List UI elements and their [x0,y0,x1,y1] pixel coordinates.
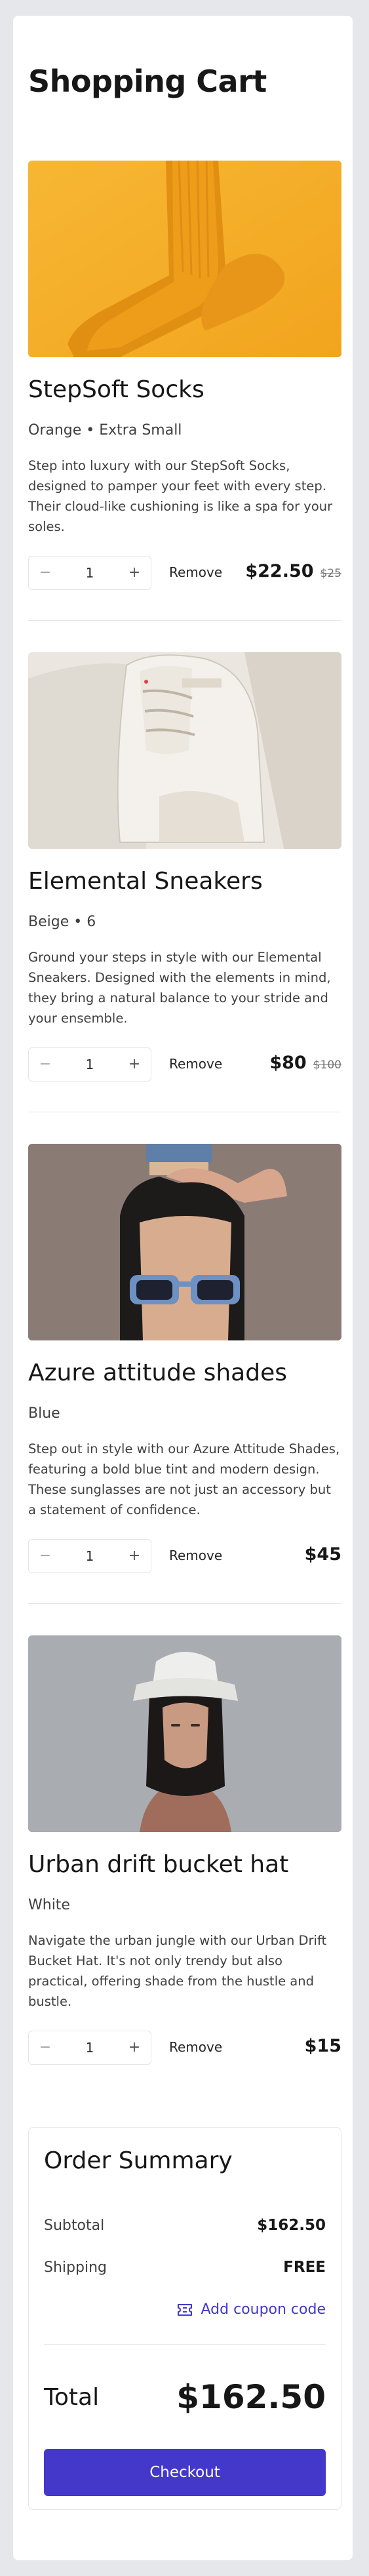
order-summary: Order Summary Subtotal $162.50 Shipping … [28,2127,341,2510]
subtotal-row: Subtotal $162.50 [44,2217,326,2234]
minus-icon[interactable]: − [38,566,52,580]
add-coupon-button[interactable]: Add coupon code [177,2301,326,2318]
quantity-stepper: − 1 + [28,2031,151,2065]
shades-illustration [28,1144,341,1340]
remove-button[interactable]: Remove [169,564,222,580]
shipping-value: FREE [283,2259,326,2276]
product-name[interactable]: Azure attitude shades [28,1361,287,1385]
coupon-label: Add coupon code [201,2301,326,2318]
current-price: $15 [304,2036,341,2056]
product-variant: Beige • 6 [28,914,96,930]
cart-item: Elemental Sneakers Beige • 6 Ground your… [28,652,341,1098]
current-price: $80 [269,1053,307,1073]
product-variant: White [28,1897,70,1913]
product-name[interactable]: Urban drift bucket hat [28,1853,288,1877]
bucket-hat-illustration [28,1635,341,1832]
minus-icon[interactable]: − [38,1057,52,1072]
divider [28,1603,341,1604]
remove-button[interactable]: Remove [169,2039,222,2055]
cart-item: StepSoft Socks Orange • Extra Small Step… [28,161,341,606]
price-group: $45 [305,1544,341,1565]
product-description: Step out in style with our Azure Attitud… [28,1441,340,1517]
product-description: Navigate the urban jungle with our Urban… [28,1933,327,2009]
current-price: $22.50 [245,561,314,581]
minus-icon[interactable]: − [38,2040,52,2055]
remove-button[interactable]: Remove [169,1056,222,1072]
plus-icon[interactable]: + [127,2040,142,2055]
current-price: $45 [304,1544,341,1565]
quantity-value[interactable]: 1 [86,2040,94,2056]
shipping-label: Shipping [44,2259,107,2276]
quantity-stepper: − 1 + [28,556,151,590]
total-row: Total $162.50 [44,2378,326,2416]
remove-button[interactable]: Remove [169,1548,222,1563]
price-group: $80 $100 [269,1053,341,1073]
plus-icon[interactable]: + [127,1549,142,1563]
summary-title: Order Summary [44,2147,233,2174]
product-image-socks[interactable] [28,161,341,357]
socks-illustration [28,161,341,357]
product-name[interactable]: Elemental Sneakers [28,870,263,893]
shipping-row: Shipping FREE [44,2259,326,2276]
product-image-bucket-hat[interactable] [28,1635,341,1832]
total-label: Total [44,2383,100,2411]
page-title: Shopping Cart [28,64,267,99]
plus-icon[interactable]: + [127,566,142,580]
quantity-stepper: − 1 + [28,1539,151,1573]
quantity-value[interactable]: 1 [86,1057,94,1072]
summary-divider [44,2344,326,2345]
product-variant: Orange • Extra Small [28,422,182,439]
product-description: Ground your steps in style with our Elem… [28,950,331,1026]
subtotal-value: $162.50 [257,2217,326,2234]
checkout-button[interactable]: Checkout [44,2449,326,2496]
subtotal-label: Subtotal [44,2217,105,2234]
quantity-stepper: − 1 + [28,1047,151,1082]
product-description: Step into luxury with our StepSoft Socks… [28,458,333,534]
divider [28,620,341,621]
original-price: $25 [320,567,341,580]
minus-icon[interactable]: − [38,1549,52,1563]
product-variant: Blue [28,1405,60,1422]
sneaker-illustration [28,652,341,849]
product-image-shades[interactable] [28,1144,341,1340]
price-group: $22.50 $25 [245,561,341,581]
cart-item: Azure attitude shades Blue Step out in s… [28,1144,341,1590]
cart-item: Urban drift bucket hat White Navigate th… [28,1635,341,2081]
product-image-sneakers[interactable] [28,652,341,849]
cart-card: Shopping Cart StepSoft Socks Orange • Ex… [13,16,353,2560]
quantity-value[interactable]: 1 [86,1548,94,1564]
product-name[interactable]: StepSoft Socks [28,378,204,402]
plus-icon[interactable]: + [127,1057,142,1072]
price-group: $15 [305,2036,341,2056]
total-value: $162.50 [176,2378,326,2416]
original-price: $100 [313,1059,341,1072]
ticket-icon [178,2303,193,2316]
quantity-value[interactable]: 1 [86,565,94,581]
